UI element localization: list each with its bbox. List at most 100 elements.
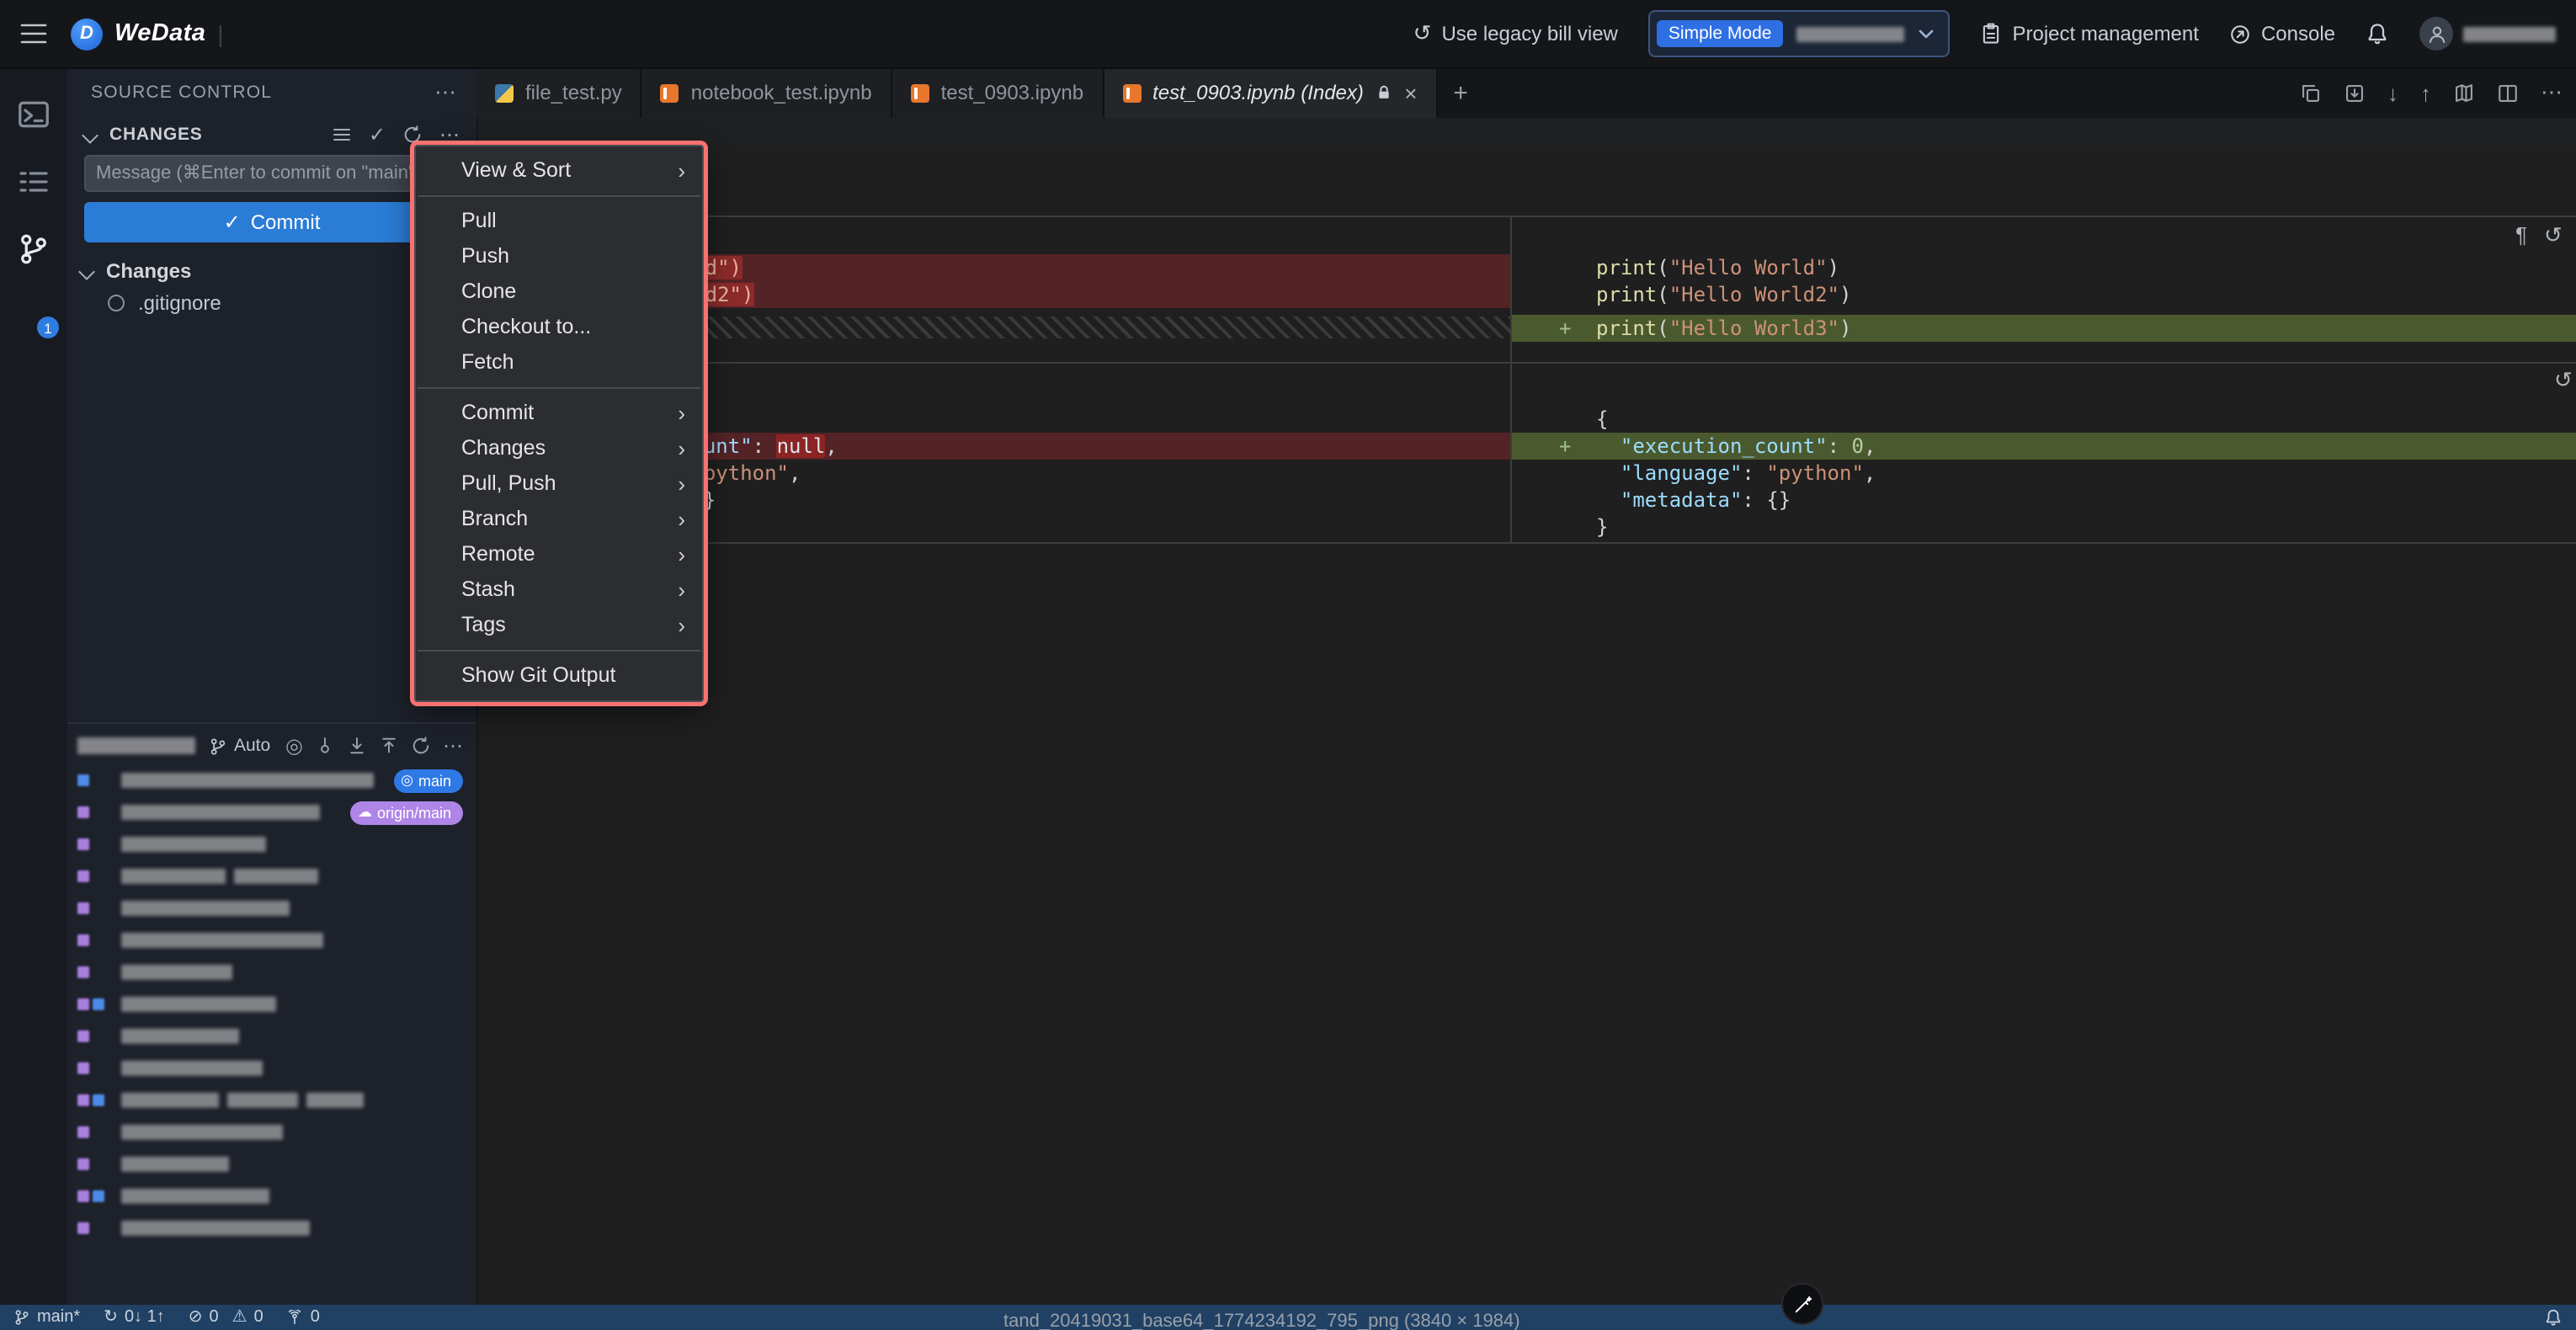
commit-row[interactable] xyxy=(67,1052,476,1084)
project-management-link[interactable]: Project management xyxy=(1980,22,2198,45)
commit-row[interactable] xyxy=(67,1084,476,1116)
graph-auto-toggle[interactable]: Auto xyxy=(209,736,270,756)
revert-icon: ↺ xyxy=(1413,20,1432,47)
map-view-icon[interactable] xyxy=(2453,82,2475,104)
tab-test-0903-ipynb[interactable]: test_0903.ipynb xyxy=(892,67,1104,118)
discard-changes-icon[interactable]: ↺ xyxy=(2554,367,2573,394)
user-avatar-icon xyxy=(2419,17,2453,51)
menu-item-pull-push[interactable]: Pull, Push› xyxy=(416,466,702,502)
commit-button[interactable]: ✓ Commit xyxy=(84,202,460,242)
user-account[interactable] xyxy=(2419,17,2556,51)
task-list-icon[interactable] xyxy=(17,165,51,199)
editor-more-icon[interactable]: ⋯ xyxy=(2541,79,2563,106)
terminal-icon[interactable] xyxy=(17,98,51,131)
status-problems[interactable]: ⊘ 0 ⚠ 0 xyxy=(189,1308,263,1327)
commit-row[interactable] xyxy=(67,1116,476,1148)
tab-notebook-test-ipynb[interactable]: notebook_test.ipynb xyxy=(642,67,892,118)
commit-row[interactable] xyxy=(67,1180,476,1212)
menu-item-stash[interactable]: Stash› xyxy=(416,572,702,608)
tab-file-test-py[interactable]: file_test.py xyxy=(476,67,642,118)
redacted-commit-text xyxy=(121,805,320,820)
branch-pill-main[interactable]: ◎main xyxy=(394,769,463,792)
graph-more-icon[interactable]: ⋯ xyxy=(443,734,463,758)
menu-item-changes[interactable]: Changes› xyxy=(416,431,702,466)
status-branch[interactable]: main* xyxy=(13,1308,80,1327)
redacted-username xyxy=(2463,26,2556,41)
submenu-arrow-icon: › xyxy=(678,431,685,466)
menu-item-view-sort[interactable]: View & Sort› xyxy=(416,153,702,189)
menu-item-push[interactable]: Push xyxy=(416,239,702,274)
upload-icon[interactable]: ↑ xyxy=(2420,80,2431,105)
commit-row[interactable] xyxy=(67,988,476,1020)
redacted-project-name xyxy=(1796,26,1904,41)
redacted-commit-text xyxy=(121,1125,283,1140)
new-tab-button[interactable]: + xyxy=(1437,67,1484,118)
commit-row[interactable] xyxy=(67,828,476,860)
menu-item-commit[interactable]: Commit› xyxy=(416,396,702,431)
target-commit-icon[interactable]: ◎ xyxy=(285,734,303,758)
refresh-icon[interactable] xyxy=(402,125,423,145)
commit-list: ◎main ☁origin/main xyxy=(67,764,476,1244)
status-bell-icon[interactable] xyxy=(2544,1305,2563,1330)
pilcrow-icon[interactable]: ¶ xyxy=(2515,222,2527,249)
status-ports[interactable]: 0 xyxy=(287,1308,320,1327)
commit-message-input[interactable] xyxy=(84,155,460,192)
commit-row[interactable] xyxy=(67,1148,476,1180)
notification-bell-icon[interactable] xyxy=(2366,22,2389,45)
export-icon[interactable] xyxy=(2344,82,2366,104)
mode-select-dropdown[interactable]: Simple Mode xyxy=(1648,10,1951,57)
menu-item-show-git-output[interactable]: Show Git Output xyxy=(416,658,702,694)
commit-row[interactable] xyxy=(67,860,476,892)
commit-row[interactable] xyxy=(67,1020,476,1052)
commit-row[interactable]: ☁origin/main xyxy=(67,796,476,828)
menu-item-fetch[interactable]: Fetch xyxy=(416,345,702,380)
error-icon: ⊘ xyxy=(189,1308,203,1327)
status-sync[interactable]: ↻ 0↓ 1↑ xyxy=(104,1308,165,1327)
redacted-commit-text xyxy=(121,965,232,980)
scm-changes-badge: 1 xyxy=(37,317,59,338)
cherry-pick-icon[interactable] xyxy=(315,736,335,756)
console-link[interactable]: Console xyxy=(2229,22,2335,45)
discard-changes-icon[interactable]: ↺ xyxy=(2544,222,2563,249)
commit-check-icon[interactable]: ✓ xyxy=(369,123,386,146)
diff-right-line: print("Hello World2") xyxy=(1512,281,2576,308)
menu-item-label: Show Git Output xyxy=(461,663,615,687)
menu-item-tags[interactable]: Tags› xyxy=(416,608,702,643)
menu-item-checkout-to[interactable]: Checkout to... xyxy=(416,310,702,345)
menu-separator xyxy=(418,195,700,197)
commit-graph-node xyxy=(77,1030,111,1042)
view-as-list-icon[interactable] xyxy=(332,125,352,145)
menu-item-remote[interactable]: Remote› xyxy=(416,537,702,572)
commit-row[interactable] xyxy=(67,956,476,988)
tab-test-0903-ipynb-index[interactable]: test_0903.ipynb (Index)× xyxy=(1104,67,1437,118)
ports-icon xyxy=(287,1309,304,1326)
commit-row[interactable] xyxy=(67,924,476,956)
copy-icon[interactable] xyxy=(2300,82,2322,104)
tab-label: file_test.py xyxy=(525,81,622,104)
menu-item-pull[interactable]: Pull xyxy=(416,204,702,239)
redacted-commit-text xyxy=(121,1061,263,1076)
source-control-icon[interactable] xyxy=(17,232,51,266)
commit-row[interactable] xyxy=(67,1212,476,1244)
image-edit-floating-button[interactable] xyxy=(1781,1283,1823,1325)
close-tab-icon[interactable]: × xyxy=(1404,82,1417,104)
changes-more-icon[interactable]: ⋯ xyxy=(439,123,460,146)
push-icon[interactable] xyxy=(379,736,399,756)
split-editor-icon[interactable] xyxy=(2497,82,2519,104)
commit-row[interactable] xyxy=(67,892,476,924)
menu-separator xyxy=(418,387,700,389)
git-graph-panel: Auto ◎ ⋯ ◎main ☁origin/main xyxy=(67,722,476,1306)
hamburger-menu-icon[interactable] xyxy=(20,22,47,45)
sidebar-title: SOURCE CONTROL xyxy=(91,82,272,103)
menu-item-branch[interactable]: Branch› xyxy=(416,502,702,537)
download-icon[interactable]: ↓ xyxy=(2387,80,2398,105)
legacy-bill-view-link[interactable]: ↺ Use legacy bill view xyxy=(1413,20,1618,47)
branch-pill-origin-main[interactable]: ☁origin/main xyxy=(351,801,463,824)
refresh-graph-icon[interactable] xyxy=(411,736,431,756)
sidebar-more-icon[interactable]: ⋯ xyxy=(434,79,456,106)
divider: | xyxy=(217,20,223,47)
menu-item-clone[interactable]: Clone xyxy=(416,274,702,310)
redacted-commit-text xyxy=(121,1221,310,1236)
commit-row[interactable]: ◎main xyxy=(67,764,476,796)
pull-icon[interactable] xyxy=(347,736,367,756)
